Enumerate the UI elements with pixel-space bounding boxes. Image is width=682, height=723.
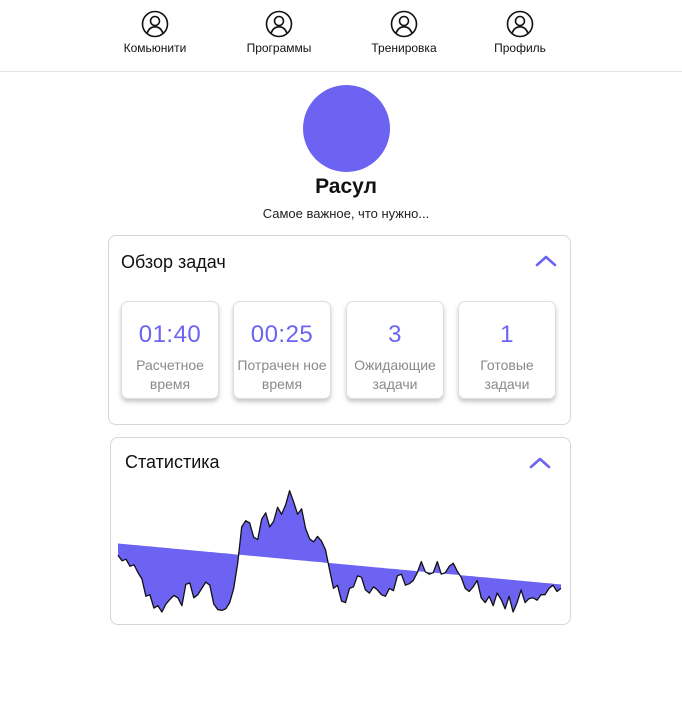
nav-item-workout[interactable]: Тренировка [354,10,454,55]
pending-tasks-stat: 3 Ожидающие задачи [346,301,444,399]
stat-label: Готовые задачи [480,357,534,392]
profile-page: Комьюнити Программы Тренировка Профиль Р… [0,0,682,723]
user-circle-icon [265,10,293,38]
avatar[interactable] [303,85,390,172]
chevron-up-icon[interactable] [534,253,558,269]
spent-time-stat: 00:25 Потрачен ное время [233,301,331,399]
statistics-chart [117,490,562,613]
user-circle-icon [390,10,418,38]
statistics-card: Статистика [110,437,571,625]
estimated-time-stat: 01:40 Расчетное время [121,301,219,399]
profile-subtitle: Самое важное, что нужно... [262,206,430,221]
stat-value: 00:25 [250,321,314,348]
done-tasks-stat: 1 Готовые задачи [458,301,556,399]
tasks-overview-card: Обзор задач 01:40 Расчетное время 00:25 … [108,235,571,425]
stat-label: Ожидающие задачи [354,357,436,392]
tasks-overview-title: Обзор задач [121,252,226,272]
nav-label: Комьюнити [123,41,187,55]
nav-label: Тренировка [371,41,437,55]
stat-label: Расчетное время [136,357,204,392]
nav-item-community[interactable]: Комьюнити [105,10,205,55]
nav-item-programs[interactable]: Программы [229,10,329,55]
nav-label: Профиль [494,41,546,55]
nav-item-profile[interactable]: Профиль [470,10,570,55]
top-navigation: Комьюнити Программы Тренировка Профиль [0,0,682,72]
profile-name: Расул [315,175,377,198]
nav-label: Программы [246,41,312,55]
stat-value: 1 [500,321,514,348]
stat-label: Потрачен ное время [237,357,327,392]
user-circle-icon [141,10,169,38]
stat-value: 3 [388,321,402,348]
user-circle-icon [506,10,534,38]
stat-value: 01:40 [138,321,202,348]
